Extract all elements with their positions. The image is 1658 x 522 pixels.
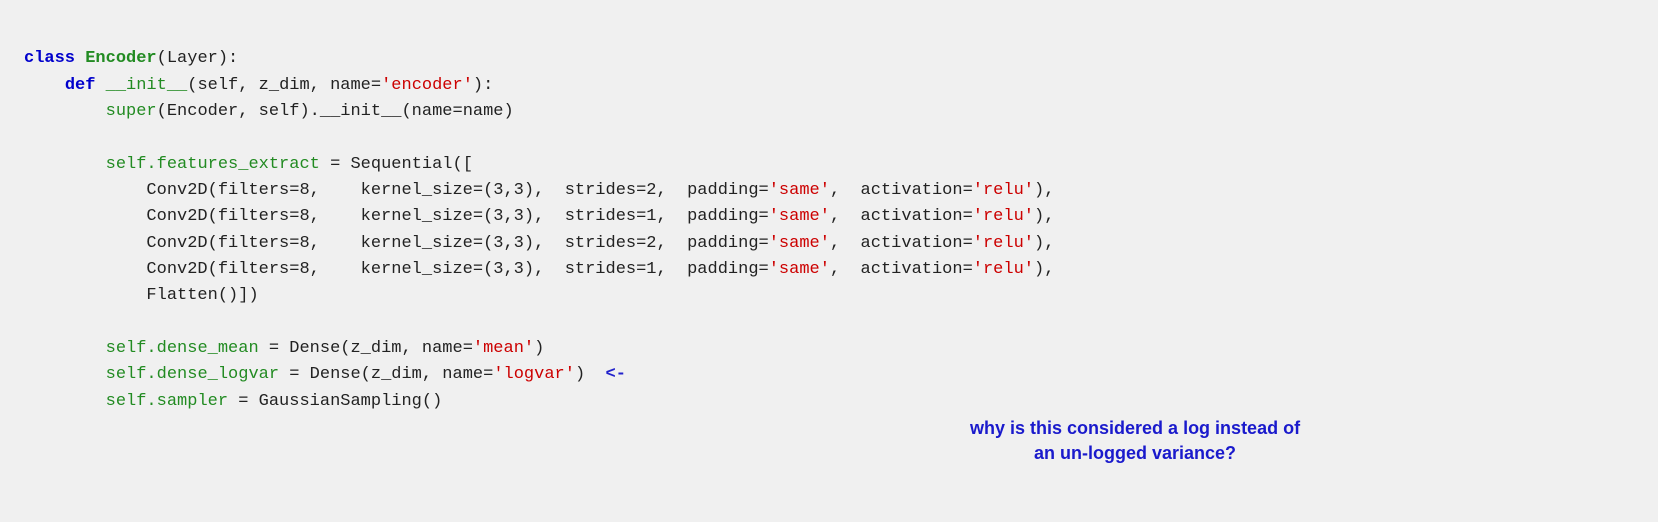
code-text: ), [1034,207,1054,226]
str-relu-1: 'relu' [973,181,1034,200]
str-same-3: 'same' [769,234,830,253]
code-text: ), [1034,181,1054,200]
class-name: Encoder [85,49,156,68]
code-text: , activation= [830,207,973,226]
code-text: (Encoder, self).__init__(name=name) [157,102,514,121]
code-text: Conv2D(filters=8, kernel_size=(3,3), str… [146,234,768,253]
line-10: Flatten()]) [24,286,259,305]
code-text: ): [473,76,493,95]
str-encoder: 'encoder' [381,76,473,95]
code-text: Conv2D(filters=8, kernel_size=(3,3), str… [146,207,768,226]
annotation-line1: why is this considered a log instead of [970,418,1300,438]
code-text: , activation= [830,234,973,253]
line-8: Conv2D(filters=8, kernel_size=(3,3), str… [24,234,1054,253]
obj-dense-mean: self.dense_mean [106,339,259,358]
fn-super: super [106,102,157,121]
code-block: class Encoder(Layer): def __init__(self,… [24,20,1634,442]
str-same-2: 'same' [769,207,830,226]
str-same-4: 'same' [769,260,830,279]
code-text: Conv2D(filters=8, kernel_size=(3,3), str… [146,181,768,200]
line-14: self.sampler = GaussianSampling() [24,392,442,411]
str-relu-4: 'relu' [973,260,1034,279]
code-text: ), [1034,234,1054,253]
str-relu-2: 'relu' [973,207,1034,226]
line-4 [24,128,34,147]
str-relu-3: 'relu' [973,234,1034,253]
obj-sampler: self.sampler [106,392,228,411]
str-logvar: 'logvar' [493,365,575,384]
line-1: class Encoder(Layer): [24,49,238,68]
line-9: Conv2D(filters=8, kernel_size=(3,3), str… [24,260,1054,279]
code-text: Conv2D(filters=8, kernel_size=(3,3), str… [146,260,768,279]
fn-init: __init__ [106,76,188,95]
line-11 [24,313,34,332]
str-mean: 'mean' [473,339,534,358]
code-container: class Encoder(Layer): def __init__(self,… [0,0,1658,522]
line-13: self.dense_logvar = Dense(z_dim, name='l… [24,365,626,384]
line-6: Conv2D(filters=8, kernel_size=(3,3), str… [24,181,1054,200]
annotation-line2: an un-logged variance? [1034,443,1236,463]
code-text: (Layer): [157,49,239,68]
keyword-def: def [65,76,96,95]
code-text: , activation= [830,260,973,279]
code-text: ) [534,339,544,358]
code-text: , activation= [830,181,973,200]
code-text: ) [575,365,606,384]
line-2: def __init__(self, z_dim, name='encoder'… [24,76,493,95]
obj-dense-logvar: self.dense_logvar [106,365,279,384]
annotation-text: why is this considered a log instead of … [970,416,1300,466]
keyword-class: class [24,49,75,68]
line-5: self.features_extract = Sequential([ [24,155,473,174]
code-text: ), [1034,260,1054,279]
line-7: Conv2D(filters=8, kernel_size=(3,3), str… [24,207,1054,226]
str-same-1: 'same' [769,181,830,200]
arrow-annotation: <- [606,365,626,384]
code-text: = Sequential([ [320,155,473,174]
line-12: self.dense_mean = Dense(z_dim, name='mea… [24,339,544,358]
line-3: super(Encoder, self).__init__(name=name) [24,102,514,121]
code-text: = Dense(z_dim, name= [279,365,493,384]
code-text: = GaussianSampling() [228,392,442,411]
code-text: Flatten()]) [146,286,258,305]
code-text: = Dense(z_dim, name= [259,339,473,358]
code-text: (self, z_dim, name= [187,76,381,95]
obj-features: self.features_extract [106,155,320,174]
